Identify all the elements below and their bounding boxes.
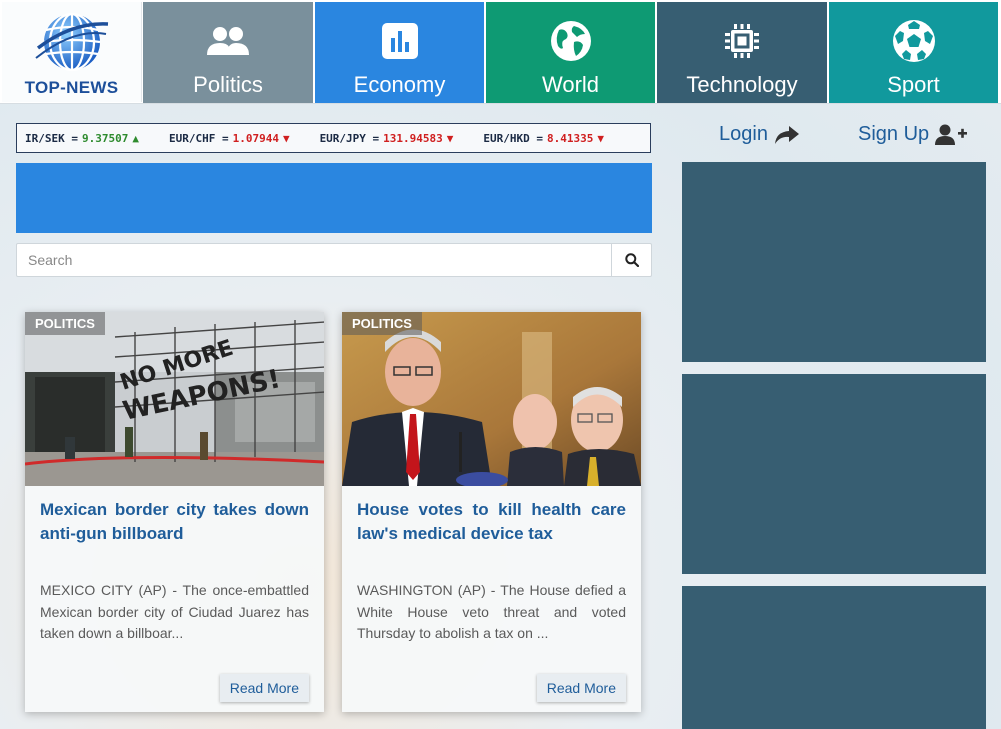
politicians-photo (342, 312, 641, 486)
ticker-pair: EUR/CHF = (168, 131, 229, 145)
logo[interactable]: TOP-NEWS (2, 2, 142, 102)
user-plus-icon (935, 124, 968, 145)
logo-text: TOP-NEWS (24, 78, 119, 97)
article-excerpt: WASHINGTON (AP) - The House defied a Whi… (357, 582, 626, 641)
bar-chart-icon (381, 23, 418, 59)
ticker-value: 9.37507 (81, 131, 129, 145)
down-arrow-icon: ▼ (597, 131, 604, 145)
read-more-button[interactable]: Read More (536, 674, 626, 702)
ticker-value: 131.94583 (383, 131, 443, 145)
side-panel[interactable] (682, 374, 986, 574)
nav-economy[interactable]: Economy (315, 2, 484, 103)
page: TOP-NEWS Politics Economy World Technolo… (0, 0, 1001, 729)
search-icon (624, 253, 639, 267)
ticker-value: 1.07944 (232, 131, 279, 145)
ticker-pair: EUR/JPY = (319, 131, 380, 145)
main-nav: Politics Economy World Technology Sport (143, 2, 998, 103)
users-icon (207, 27, 249, 55)
login-label: Login (719, 123, 768, 145)
ad-banner[interactable] (16, 163, 652, 233)
nav-label: Politics (193, 72, 263, 97)
article-image[interactable]: POLITICS (342, 312, 641, 486)
nav-politics[interactable]: Politics (143, 2, 313, 103)
soccer-ball-icon (892, 20, 935, 62)
article-card[interactable]: NO MORE WEAPONS! POLITICS Mexican border… (25, 312, 324, 712)
read-more-button[interactable]: Read More (219, 674, 309, 702)
category-label: POLITICS (342, 312, 422, 335)
nav-label: World (541, 72, 600, 97)
login-link[interactable]: Login (719, 123, 800, 146)
header: TOP-NEWS Politics Economy World Technolo… (0, 0, 1001, 104)
ticker-item: EUR/CHF = 1.07944 ▼ (169, 132, 290, 145)
ticker-pair: IR/SEK = (25, 131, 78, 145)
side-panel[interactable] (682, 586, 986, 729)
nav-world[interactable]: World (486, 2, 655, 103)
search-button[interactable] (611, 244, 651, 276)
globe-logo-icon (34, 12, 108, 72)
search-input[interactable] (17, 244, 611, 276)
up-arrow-icon: ▲ (132, 131, 139, 145)
article-image[interactable]: NO MORE WEAPONS! POLITICS (25, 312, 324, 486)
down-arrow-icon: ▼ (446, 131, 454, 145)
nav-label: Sport (887, 72, 940, 97)
article-title[interactable]: Mexican border city takes down anti-gun … (40, 498, 309, 546)
nav-label: Technology (686, 72, 798, 97)
ticker-value: 8.41335 (547, 131, 594, 145)
down-arrow-icon: ▼ (282, 131, 290, 145)
ticker-item: EUR/HKD = 8.41335 ▼ (483, 132, 604, 145)
ticker-item: IR/SEK = 9.37507 ▲ (25, 132, 139, 145)
globe-icon (550, 21, 591, 61)
signup-link[interactable]: Sign Up (858, 123, 968, 146)
ticker-item: EUR/JPY = 131.94583 ▼ (320, 132, 454, 145)
article-card[interactable]: POLITICS House votes to kill health care… (342, 312, 641, 712)
article-excerpt: MEXICO CITY (AP) - The once-embattled Me… (40, 582, 309, 641)
category-label: POLITICS (25, 312, 105, 335)
nav-label: Economy (353, 72, 446, 97)
signup-label: Sign Up (858, 123, 930, 145)
search-bar (16, 243, 652, 277)
chip-icon (725, 24, 759, 58)
share-arrow-icon (774, 125, 799, 144)
nav-sport[interactable]: Sport (829, 2, 998, 103)
side-panel[interactable] (682, 162, 986, 362)
currency-ticker: IR/SEK = 9.37507 ▲ EUR/CHF = 1.07944 ▼ E… (16, 123, 651, 153)
nav-technology[interactable]: Technology (657, 2, 827, 103)
billboard-photo: NO MORE WEAPONS! (25, 312, 324, 486)
article-title[interactable]: House votes to kill health care law's me… (357, 498, 626, 546)
ticker-pair: EUR/HKD = (483, 131, 544, 145)
